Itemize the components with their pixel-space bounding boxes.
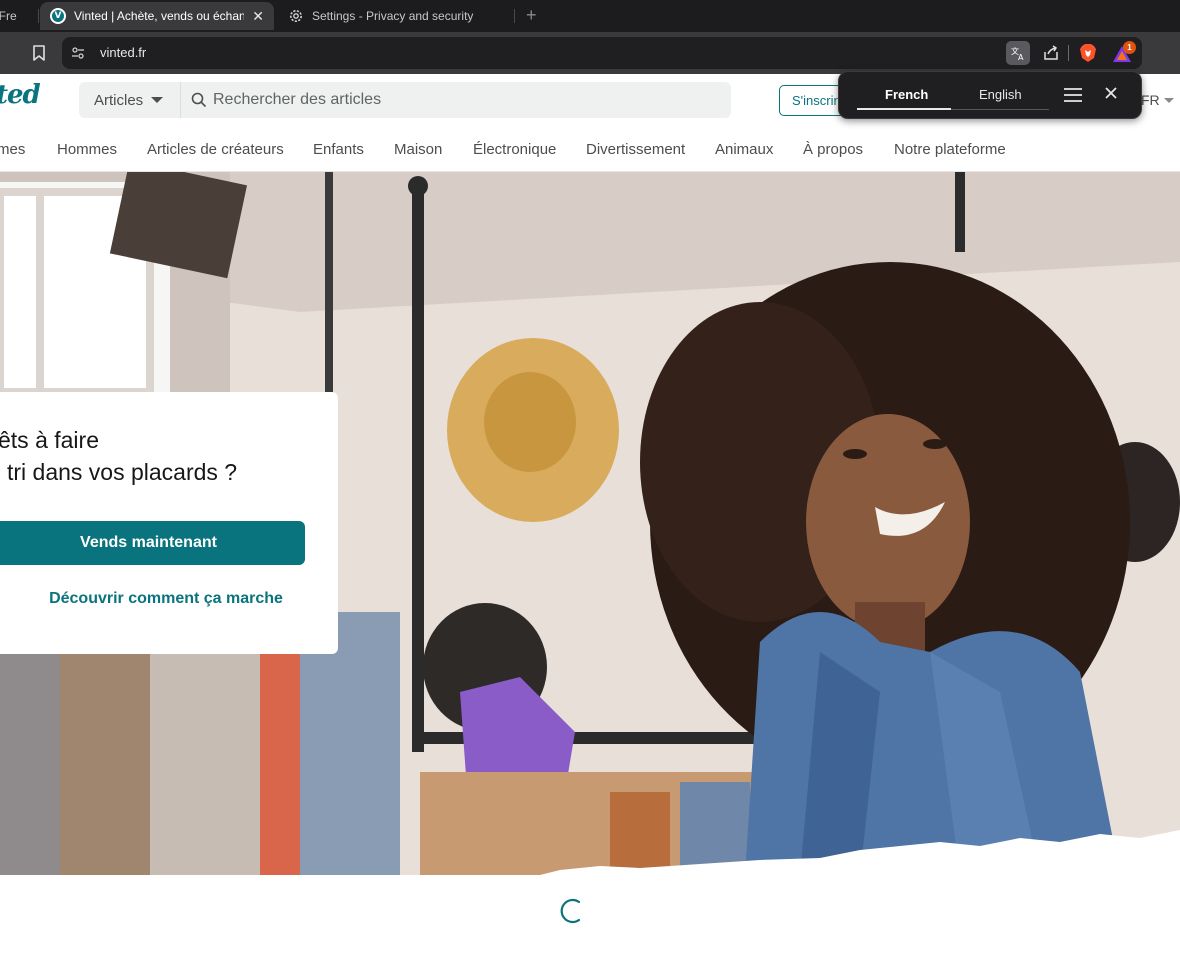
brave-shields-icon[interactable]	[1079, 43, 1097, 63]
translate-source-tab[interactable]: French	[885, 87, 928, 102]
nav-item-femmes[interactable]: mes	[0, 141, 25, 158]
tab-divider-line	[951, 109, 1049, 110]
browser-tab-partial[interactable]: : Fre	[0, 2, 38, 30]
chevron-down-icon	[1163, 97, 1174, 103]
tab-close-icon[interactable]: ✕	[252, 8, 264, 24]
nav-item-electronique[interactable]: Électronique	[473, 141, 556, 158]
browser-toolbar: vinted.fr 文 A 1	[0, 32, 1180, 74]
nav-item-a-propos[interactable]: À propos	[803, 141, 863, 158]
search-input[interactable]	[213, 82, 713, 118]
sell-now-button[interactable]: Vends maintenant	[0, 521, 305, 565]
svg-text:A: A	[1018, 53, 1024, 61]
hero-title: Prêts à faire du tri dans vos placards ?	[0, 424, 295, 488]
tab-separator	[514, 9, 515, 23]
language-selector[interactable]: FR	[1141, 92, 1174, 108]
active-tab-indicator	[857, 108, 951, 110]
category-nav: mes Hommes Articles de créateurs Enfants…	[0, 126, 1180, 172]
loading-spinner-icon	[560, 898, 581, 924]
tab-title: : Fre	[0, 9, 17, 23]
nav-item-animaux[interactable]: Animaux	[715, 141, 773, 158]
how-it-works-link[interactable]: Découvrir comment ça marche	[0, 590, 336, 608]
browser-tab-bar: : Fre V Vinted | Achète, vends ou échang…	[0, 0, 1180, 32]
hero-banner: Prêts à faire du tri dans vos placards ?…	[0, 172, 1180, 875]
notification-badge: 1	[1123, 41, 1136, 54]
nav-item-divertissement[interactable]: Divertissement	[586, 141, 685, 158]
nav-item-createurs[interactable]: Articles de créateurs	[147, 141, 284, 158]
browser-tab-vinted[interactable]: V Vinted | Achète, vends ou échange ✕	[40, 2, 274, 30]
nav-item-enfants[interactable]: Enfants	[313, 141, 364, 158]
tab-title: Settings - Privacy and security	[312, 9, 474, 23]
toolbar-separator	[1068, 45, 1069, 61]
tab-separator	[38, 9, 39, 23]
search-icon	[191, 92, 207, 108]
nav-item-notre-plateforme[interactable]: Notre plateforme	[894, 141, 1006, 158]
nav-item-maison[interactable]: Maison	[394, 141, 442, 158]
menu-icon[interactable]	[1063, 86, 1083, 104]
vinted-favicon-icon: V	[50, 8, 66, 24]
site-settings-icon[interactable]	[70, 45, 86, 61]
tab-title: Vinted | Achète, vends ou échange	[74, 9, 244, 23]
close-icon[interactable]	[1103, 85, 1119, 101]
search-bar: Articles	[79, 82, 731, 118]
vinted-logo[interactable]: ted	[0, 80, 41, 110]
language-label: FR	[1141, 92, 1160, 108]
hero-title-line: du tri dans vos placards ?	[0, 459, 238, 485]
bookmark-icon[interactable]	[30, 44, 48, 62]
address-bar[interactable]: vinted.fr 文 A 1	[62, 37, 1142, 69]
torn-edge-divider	[0, 830, 1180, 890]
translate-target-tab[interactable]: English	[979, 87, 1022, 102]
translate-icon[interactable]: 文 A	[1006, 41, 1030, 65]
url-text: vinted.fr	[100, 45, 147, 60]
translate-popover: French English	[838, 71, 1142, 119]
browser-tab-settings[interactable]: Settings - Privacy and security	[280, 2, 510, 30]
new-tab-button[interactable]: +	[526, 5, 537, 26]
chevron-down-icon	[151, 97, 164, 103]
hero-card: Prêts à faire du tri dans vos placards ?…	[0, 392, 338, 654]
hero-title-line: Prêts à faire	[0, 427, 99, 453]
search-category-label: Articles	[94, 91, 144, 109]
gear-icon	[290, 10, 302, 22]
nav-item-hommes[interactable]: Hommes	[57, 141, 117, 158]
search-category-dropdown[interactable]: Articles	[79, 82, 181, 118]
share-icon[interactable]	[1042, 44, 1060, 62]
